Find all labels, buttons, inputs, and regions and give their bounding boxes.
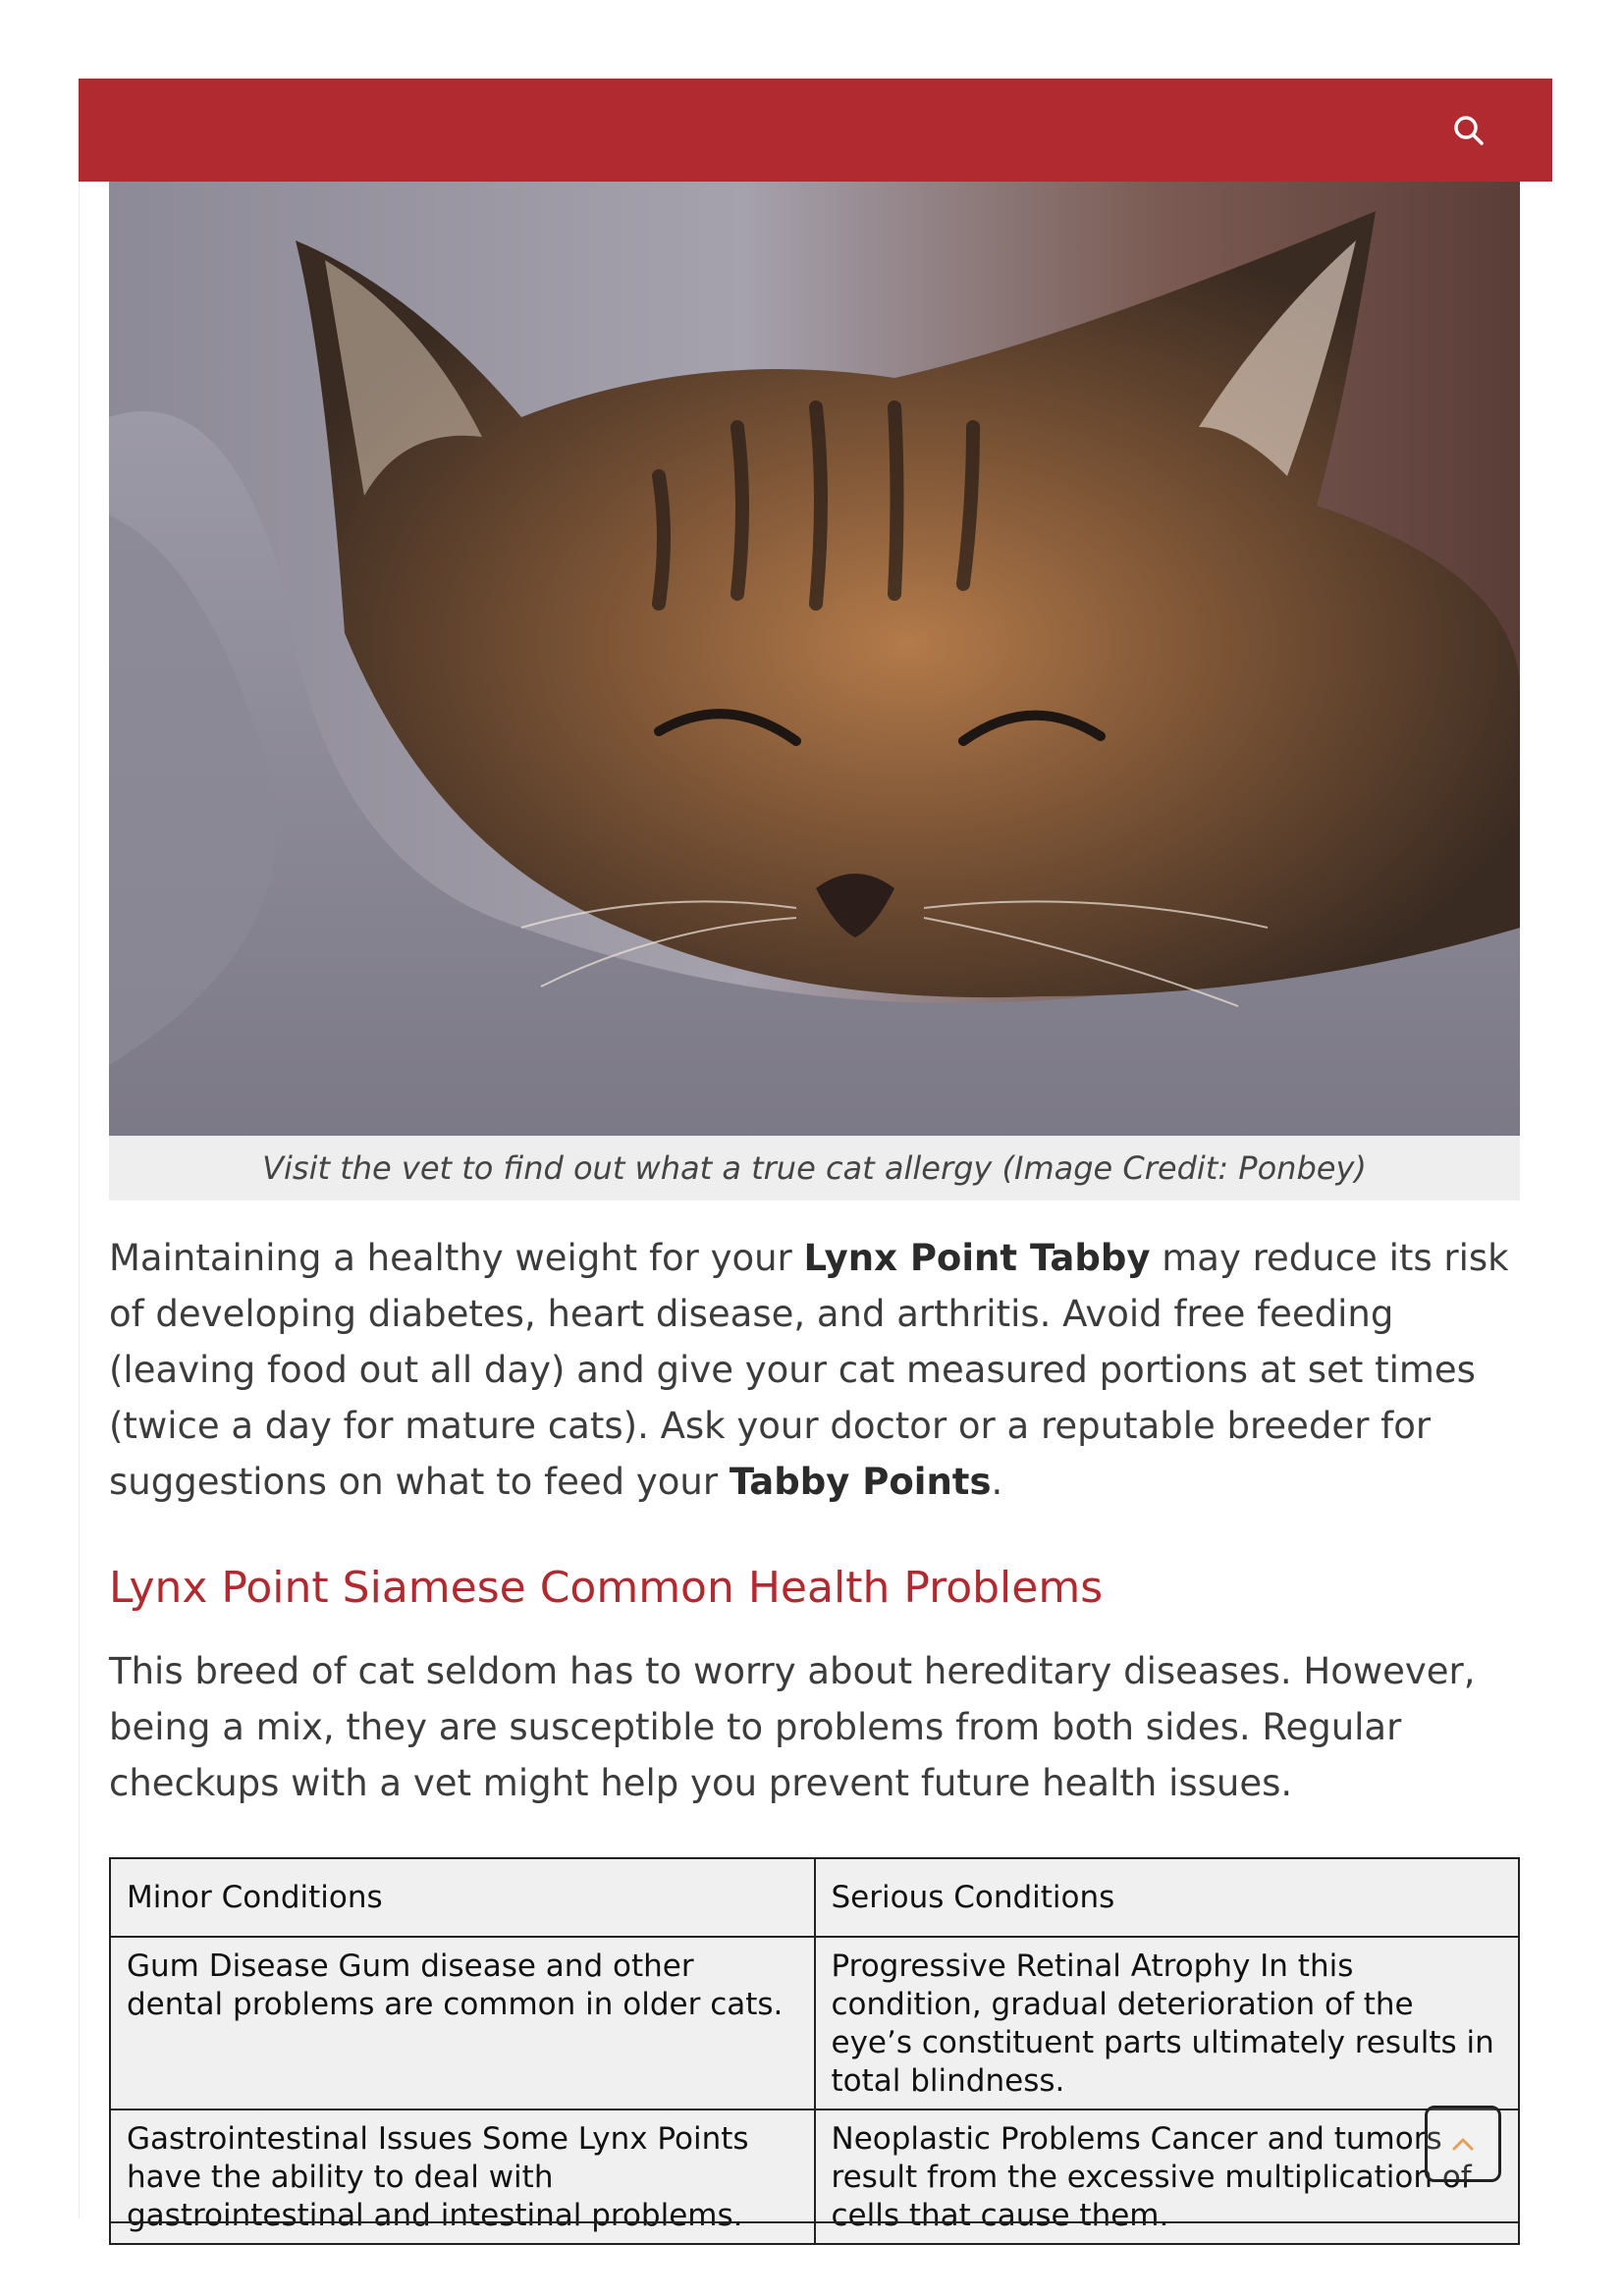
- hero-cat-image: [109, 182, 1520, 1136]
- search-button[interactable]: [1444, 106, 1493, 155]
- table-header-row: Minor Conditions Serious Conditions: [109, 1857, 1520, 1938]
- bold-term: Tabby Points: [729, 1461, 992, 1503]
- table-row: Gum Disease Gum disease and other dental…: [109, 1936, 1520, 2110]
- paragraph-text: Maintaining a healthy weight for your: [109, 1237, 804, 1279]
- table-cell: Gastrointestinal Issues Some Lynx Points…: [109, 2109, 816, 2245]
- table-cell: Progressive Retinal Atrophy In this cond…: [813, 1936, 1520, 2110]
- scroll-to-top-button[interactable]: [1425, 2106, 1501, 2182]
- section-heading: Lynx Point Siamese Common Health Problem…: [109, 1563, 1104, 1613]
- bold-term: Lynx Point Tabby: [803, 1237, 1151, 1279]
- search-icon: [1454, 116, 1484, 145]
- table-header-cell: Minor Conditions: [109, 1857, 816, 1938]
- site-header-bar: [79, 79, 1552, 182]
- table-bottom-border: [109, 2221, 1520, 2223]
- table-row: Gastrointestinal Issues Some Lynx Points…: [109, 2109, 1520, 2245]
- paragraph-weight: Maintaining a healthy weight for your Ly…: [109, 1230, 1523, 1510]
- table-cell: Neoplastic Problems Cancer and tumors re…: [813, 2109, 1520, 2245]
- table-cell: Gum Disease Gum disease and other dental…: [109, 1936, 816, 2110]
- image-caption: Visit the vet to find out what a true ca…: [109, 1136, 1520, 1201]
- paragraph-health: This breed of cat seldom has to worry ab…: [109, 1650, 1476, 1804]
- paragraph-text: .: [991, 1461, 1003, 1503]
- conditions-table: Minor Conditions Serious Conditions Gum …: [109, 1857, 1520, 2245]
- table-header-cell: Serious Conditions: [813, 1857, 1520, 1938]
- chevron-up-icon: [1452, 2138, 1474, 2151]
